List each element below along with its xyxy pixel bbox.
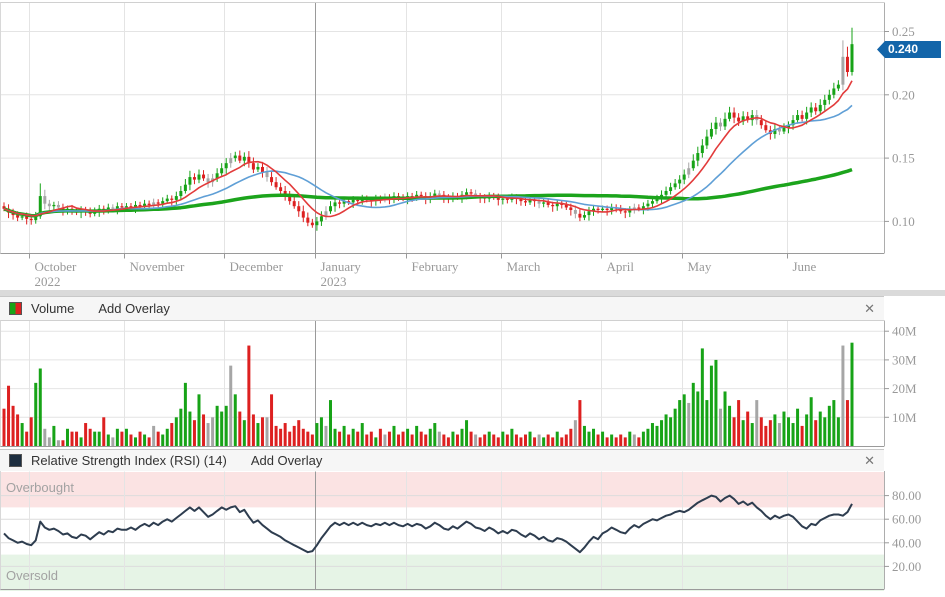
rsi-tick-label: 60.00: [892, 512, 921, 527]
month-label: January2023: [321, 259, 362, 289]
volume-tick-label: 10M: [892, 410, 917, 425]
volume-tick-label: 20M: [892, 381, 917, 396]
month-label: June: [793, 259, 817, 274]
month-label: December: [230, 259, 284, 274]
rsi-plot[interactable]: [0, 471, 884, 590]
rsi-tick-label: 40.00: [892, 535, 921, 550]
stock-chart-app: 0.25 0.20 0.15 0.10 40M 30M 20M 10M 80.00 60.00 40…: [0, 0, 945, 597]
volume-tick-label: 30M: [892, 352, 917, 367]
volume-panel-title: Volume: [31, 301, 74, 316]
price-tick-label: 0.10: [892, 214, 915, 229]
rsi-legend-icon: [9, 454, 22, 467]
price-chart-plot[interactable]: [0, 3, 884, 253]
price-tick-label: 0.25: [892, 24, 915, 39]
volume-add-overlay-button[interactable]: Add Overlay: [98, 301, 170, 316]
month-label: May: [688, 259, 712, 274]
price-tick-label: 0.20: [892, 87, 915, 102]
rsi-add-overlay-button[interactable]: Add Overlay: [251, 453, 323, 468]
volume-legend-icon: [9, 302, 22, 315]
rsi-panel-header: Relative Strength Index (RSI) (14) Add O…: [0, 449, 884, 471]
price-tick-label: 0.15: [892, 151, 915, 166]
last-price-tag: 0.240: [877, 41, 941, 58]
rsi-panel-title: Relative Strength Index (RSI) (14): [31, 453, 227, 468]
month-label: October2022: [35, 259, 78, 289]
month-label: November: [130, 259, 186, 274]
month-label: March: [507, 259, 541, 274]
volume-panel-header: Volume Add Overlay ✕: [0, 296, 884, 320]
rsi-tick-label: 80.00: [892, 488, 921, 503]
volume-tick-label: 40M: [892, 324, 917, 339]
volume-close-button[interactable]: ✕: [864, 302, 875, 315]
month-label: February: [412, 259, 459, 274]
volume-plot[interactable]: [0, 321, 884, 446]
rsi-tick-label: 20.00: [892, 559, 921, 574]
month-label: April: [607, 259, 635, 274]
rsi-close-button[interactable]: ✕: [864, 454, 875, 467]
